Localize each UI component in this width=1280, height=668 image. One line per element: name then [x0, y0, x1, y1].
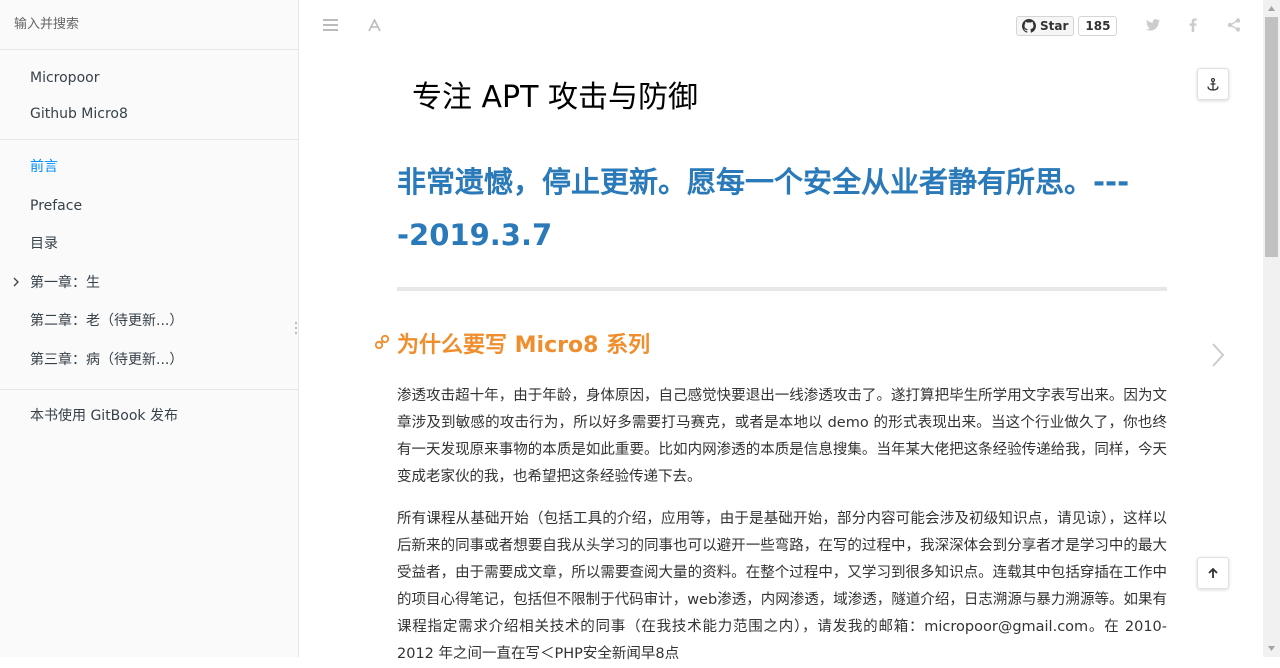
sidebar-item-toc[interactable]: 目录 — [0, 225, 298, 264]
scroll-down-arrow[interactable] — [1263, 640, 1280, 657]
sidebar-item-chapter-3[interactable]: 第三章：病（待更新...） — [0, 341, 298, 380]
sidebar-chapters: 前言 Preface 目录 第一章：生 第二章：老（待更新...） 第三章：病（… — [0, 140, 298, 390]
sidebar-item-chapter-2[interactable]: 第二章：老（待更新...） — [0, 302, 298, 341]
sidebar-item-chapter-1[interactable]: 第一章：生 — [0, 264, 298, 303]
github-star-widget[interactable]: Star 185 — [1016, 16, 1118, 36]
vertical-scrollbar[interactable] — [1263, 0, 1280, 657]
paragraph-intro: 渗透攻击超十年，由于年龄，身体原因，自己感觉快要退出一线渗透攻击了。遂打算把毕生… — [397, 388, 1167, 485]
gitbook-publish-link[interactable]: 本书使用 GitBook 发布 — [0, 398, 298, 434]
notice-heading: 非常遗憾，停止更新。愿每一个安全从业者静有所思。----2019.3.7 — [397, 165, 1130, 252]
anchor-navigation-button[interactable] — [1197, 68, 1229, 100]
paragraph-courses: 所有课程从基础开始（包括工具的介绍，应用等，由于是基础开始，部分内容可能会涉及初… — [397, 511, 1167, 662]
section-heading: 为什么要写 Micro8 系列 — [397, 333, 651, 358]
search-box — [0, 0, 298, 50]
arrow-up-icon — [1208, 567, 1218, 578]
sidebar-item-github-micro8[interactable]: Github Micro8 — [0, 94, 298, 130]
sidebar-item-foreword[interactable]: 前言 — [0, 148, 298, 187]
sidebar-item-preface[interactable]: Preface — [0, 187, 298, 226]
facebook-icon[interactable] — [1178, 10, 1208, 40]
sidebar-item-label: 第一章：生 — [30, 274, 100, 291]
github-icon — [1022, 19, 1036, 33]
github-star-count[interactable]: 185 — [1078, 16, 1118, 36]
sidebar-resize-handle[interactable] — [294, 320, 298, 334]
share-icon[interactable] — [1219, 10, 1249, 40]
link-icon[interactable] — [374, 334, 392, 352]
sidebar-top-links: Micropoor Github Micro8 — [0, 50, 298, 140]
scrollbar-thumb[interactable] — [1265, 17, 1278, 257]
chevron-right-icon[interactable] — [10, 264, 22, 300]
github-star-button[interactable]: Star — [1016, 16, 1075, 36]
next-page-arrow[interactable] — [1206, 340, 1230, 370]
anchor-icon — [1207, 77, 1219, 91]
scroll-up-arrow[interactable] — [1263, 0, 1280, 17]
page-title: 专注 APT 攻击与防御 — [412, 80, 699, 115]
twitter-icon[interactable] — [1138, 10, 1168, 40]
sidebar-footer: 本书使用 GitBook 发布 — [0, 390, 298, 442]
chevron-right-icon — [1212, 343, 1225, 367]
menu-icon[interactable] — [315, 10, 345, 40]
back-to-top-button[interactable] — [1197, 557, 1229, 589]
sidebar-item-micropoor[interactable]: Micropoor — [0, 58, 298, 94]
heading-divider — [397, 287, 1167, 291]
sidebar: Micropoor Github Micro8 前言 Preface 目录 第一… — [0, 0, 299, 657]
font-settings-icon[interactable] — [359, 10, 389, 40]
search-input[interactable] — [0, 0, 298, 48]
github-star-label: Star — [1040, 19, 1069, 33]
